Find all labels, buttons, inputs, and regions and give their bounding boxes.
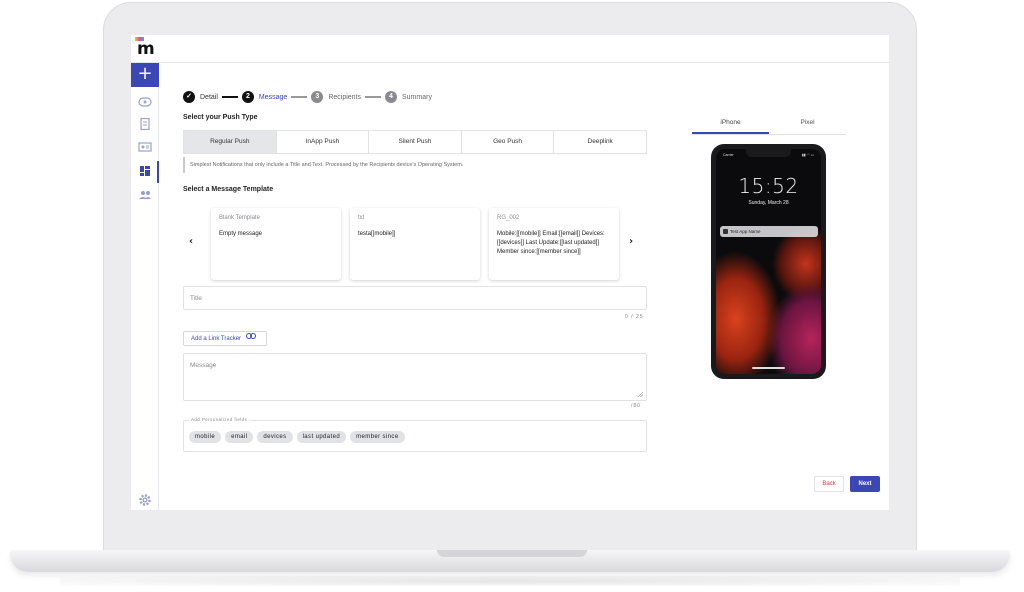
chip-email[interactable]: email [225, 431, 254, 443]
message-input[interactable]: Message [183, 353, 647, 401]
dashboard-icon[interactable] [138, 96, 152, 108]
template-card-rg002[interactable]: RG_002 Mobile:[[mobile]] Email:[[email]]… [489, 208, 619, 280]
step-recipients-label[interactable]: Recipients [328, 94, 361, 101]
template-card-blank[interactable]: Blank Template Empty message [211, 208, 341, 280]
chip-devices[interactable]: devices [257, 431, 293, 443]
tab-inapp-push[interactable]: InApp Push [277, 131, 370, 153]
tab-silent-push[interactable]: Silent Push [369, 131, 462, 153]
lock-screen-date: Sunday, March 28 [748, 200, 789, 206]
step-connector [291, 96, 308, 98]
notification-app-name: Test App Name [730, 229, 761, 234]
step-summary-number: 4 [385, 91, 397, 103]
carrier-label: Carrier [723, 153, 734, 157]
title-input[interactable]: Title [183, 286, 647, 310]
top-bar: m [131, 35, 889, 63]
link-icon [245, 332, 256, 345]
device-preview-tabs: iPhone Pixel [692, 113, 846, 135]
chip-mobile[interactable]: mobile [189, 431, 222, 443]
main-content: ✓ Detail 2 Message 3 Recipients 4 Summar… [159, 63, 889, 510]
laptop-mockup: m + ✓ Detail 2 Message 3 Recipients 4 Su… [0, 0, 1024, 592]
tab-pixel[interactable]: Pixel [769, 113, 846, 134]
template-body: Mobile:[[mobile]] Email:[[email]] Device… [497, 231, 605, 255]
link-tracker-label: Add a Link Tracker [191, 336, 242, 343]
step-detail-label[interactable]: Detail [200, 94, 218, 101]
template-card-txt[interactable]: txt testa[[mobile]] [350, 208, 480, 280]
title-counter: 0 / 25 [625, 314, 644, 320]
notification-preview: Test App Name [720, 226, 818, 237]
template-name: txt [358, 215, 365, 221]
personalized-fields-box: mobile email devices last updated member… [183, 420, 647, 452]
step-connector [221, 96, 238, 98]
brand-logo[interactable]: m [135, 37, 157, 59]
grid-icon[interactable] [138, 165, 152, 177]
step-message-label[interactable]: Message [259, 94, 287, 101]
sidebar: + [131, 63, 159, 510]
tab-iphone[interactable]: iPhone [692, 113, 769, 134]
template-body: testa[[mobile]] [358, 231, 396, 237]
push-type-tabs: Regular Push InApp Push Silent Push Geo … [183, 130, 647, 154]
gear-icon[interactable] [138, 493, 152, 507]
template-heading: Select a Message Template [183, 186, 274, 193]
template-prev-arrow[interactable]: ‹ [189, 236, 193, 247]
template-name: Blank Template [219, 215, 260, 221]
users-icon[interactable] [138, 189, 152, 201]
message-placeholder: Message [190, 362, 217, 369]
laptop-notch [437, 550, 587, 557]
back-button[interactable]: Back [814, 476, 844, 492]
step-detail-check-icon: ✓ [183, 91, 195, 103]
next-button[interactable]: Next [850, 476, 880, 492]
personalized-chips: mobile email devices last updated member… [189, 431, 405, 443]
phone-lock-screen: Carrier ▮▮ ◠ ▭ 15:52 Sunday, March 28 Te… [716, 149, 821, 374]
app-icon [723, 229, 728, 234]
chip-member-since[interactable]: member since [350, 431, 405, 443]
app-screen: m + ✓ Detail 2 Message 3 Recipients 4 Su… [131, 35, 889, 510]
phone-notch [746, 149, 791, 157]
push-type-heading: Select your Push Type [183, 114, 258, 121]
personalized-fields-label: Add Personalized fields [189, 417, 250, 422]
tab-regular-push[interactable]: Regular Push [184, 131, 277, 153]
tab-geo-push[interactable]: Geo Push [462, 131, 555, 153]
step-summary-label[interactable]: Summary [402, 94, 432, 101]
phone-preview: Carrier ▮▮ ◠ ▭ 15:52 Sunday, March 28 Te… [711, 144, 826, 379]
title-placeholder: Title [190, 295, 203, 302]
template-next-arrow[interactable]: › [629, 236, 633, 247]
step-recipients-number: 3 [311, 91, 324, 103]
resize-handle-icon[interactable] [638, 392, 643, 397]
logo-letter: m [137, 39, 155, 59]
lock-screen-time: 15:52 [738, 174, 799, 198]
contacts-icon[interactable] [138, 141, 152, 153]
step-message-number: 2 [241, 91, 254, 103]
stepper: ✓ Detail 2 Message 3 Recipients 4 Summar… [183, 89, 432, 105]
tab-deeplink[interactable]: Deeplink [554, 131, 646, 153]
create-button[interactable]: + [131, 63, 159, 87]
status-icons: ▮▮ ◠ ▭ [801, 153, 814, 157]
template-name: RG_002 [497, 215, 520, 221]
chip-last-updated[interactable]: last updated [296, 431, 347, 443]
document-icon[interactable] [138, 118, 152, 130]
laptop-shadow [60, 576, 960, 586]
push-type-description: Simplest Notifications that only include… [183, 157, 647, 173]
step-connector [365, 96, 381, 98]
template-body: Empty message [219, 231, 263, 237]
home-indicator [752, 367, 785, 369]
message-counter: /80 [631, 403, 641, 409]
add-link-tracker-button[interactable]: Add a Link Tracker [183, 331, 267, 346]
